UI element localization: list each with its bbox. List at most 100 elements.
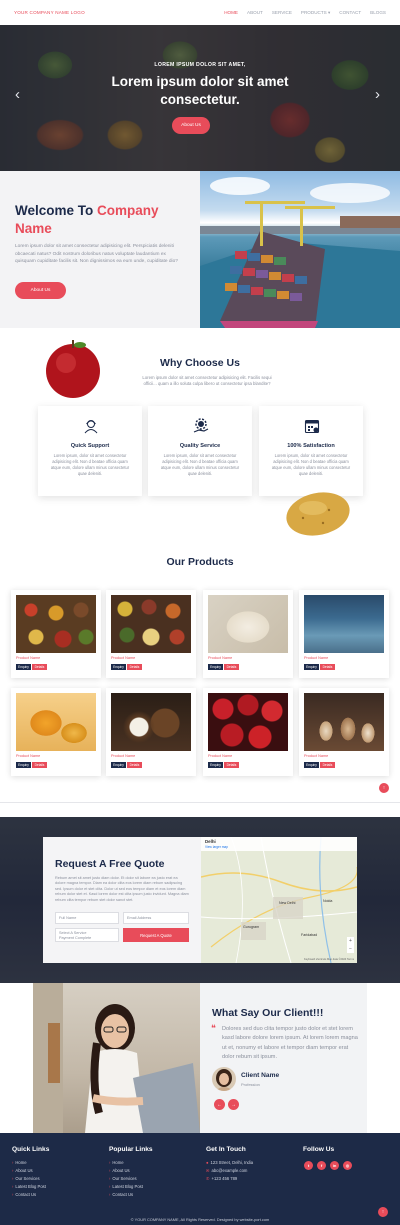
footer-scroll-top-button[interactable]: ↑ xyxy=(378,1207,388,1217)
location-map[interactable]: Delhi View larger map New Delhi Faridaba… xyxy=(201,837,357,963)
hero-about-button[interactable]: About Us xyxy=(172,117,210,134)
request-quote-button[interactable]: Request A Quote xyxy=(123,928,189,942)
product-card[interactable]: Product Name Enquiry Details xyxy=(299,688,389,776)
product-name: Product Name xyxy=(304,656,329,660)
footer-link-label: Our Services xyxy=(15,1176,40,1181)
details-button[interactable]: Details xyxy=(224,762,239,768)
map-zoom-control[interactable]: + − xyxy=(347,937,354,953)
footer-link[interactable]: › Our Services xyxy=(12,1176,40,1181)
product-name: Product Name xyxy=(208,656,233,660)
product-name: Product Name xyxy=(16,656,41,660)
section-divider xyxy=(0,802,400,803)
footer-link-label: Our Services xyxy=(112,1176,137,1181)
enquiry-button[interactable]: Enquiry xyxy=(304,762,319,768)
footer-phone[interactable]: ✆ +123 456 789 xyxy=(206,1176,237,1181)
footer-link[interactable]: › About Us xyxy=(109,1168,130,1173)
quote-title: Request A Free Quote xyxy=(55,858,165,870)
details-button[interactable]: Details xyxy=(320,762,335,768)
nav-products[interactable]: PRODUCTS ▾ xyxy=(301,10,330,16)
product-name: Product Name xyxy=(111,656,136,660)
top-navbar: YOUR COMPANY NAME LOGO HOME ABOUT SERVIC… xyxy=(0,0,400,25)
feature-title: 100% Satisfaction xyxy=(287,443,335,449)
product-card[interactable]: Product Name Enquiry Details xyxy=(106,688,196,776)
footer-contact-title: Get In Touch xyxy=(206,1146,246,1153)
gear-hand-icon xyxy=(193,418,209,433)
enquiry-button[interactable]: Enquiry xyxy=(16,664,31,670)
feature-card-satisfaction: 100% Satisfaction Lorem ipsum, dolor sit… xyxy=(259,406,363,496)
company-logo[interactable]: YOUR COMPANY NAME LOGO xyxy=(14,10,85,15)
phone-icon: ✆ xyxy=(206,1176,210,1181)
welcome-text: Lorem ipsum dolor sit amet consectetur a… xyxy=(15,244,178,265)
details-button[interactable]: Details xyxy=(320,664,335,670)
hero-kicker: LOREM IPSUM DOLOR SIT AMET, xyxy=(154,62,246,68)
welcome-about-button[interactable]: About Us xyxy=(15,282,66,299)
testimonial-next-button[interactable]: → xyxy=(228,1099,239,1110)
service-select[interactable]: Select A Service Payment Complete xyxy=(55,928,119,942)
enquiry-button[interactable]: Enquiry xyxy=(208,762,223,768)
carousel-next-icon[interactable]: › xyxy=(375,86,380,103)
calendar-check-icon xyxy=(304,419,320,434)
product-image-medical xyxy=(304,595,384,653)
facebook-icon[interactable]: f xyxy=(317,1161,326,1170)
footer-email[interactable]: ✉ abc@example.com xyxy=(206,1168,247,1173)
footer-popular-links-title: Popular Links xyxy=(109,1146,153,1153)
footer-link[interactable]: › Our Services xyxy=(109,1176,137,1181)
scroll-top-button[interactable]: ↑ xyxy=(379,783,389,793)
footer-link[interactable]: › Home xyxy=(109,1160,124,1165)
support-agent-icon xyxy=(84,420,98,434)
carousel-prev-icon[interactable]: ‹ xyxy=(15,86,20,103)
map-view-larger-link[interactable]: View larger map xyxy=(205,845,228,849)
enquiry-button[interactable]: Enquiry xyxy=(111,664,126,670)
nav-home[interactable]: HOME xyxy=(224,10,238,16)
product-name: Product Name xyxy=(16,754,41,758)
client-avatar xyxy=(212,1067,236,1091)
footer-link-label: About Us xyxy=(15,1168,33,1173)
details-button[interactable]: Details xyxy=(127,664,142,670)
full-name-field[interactable]: Full Name xyxy=(55,912,119,924)
product-card[interactable]: Product Name Enquiry Details xyxy=(106,590,196,678)
testimonial-text: Dolores sed duo clita tempor justo dolor… xyxy=(222,1026,358,1061)
footer-phone-text: +123 456 789 xyxy=(211,1176,238,1181)
details-button[interactable]: Details xyxy=(127,762,142,768)
enquiry-button[interactable]: Enquiry xyxy=(16,762,31,768)
footer-link-label: Home xyxy=(15,1160,27,1165)
product-card[interactable]: Product Name Enquiry Details xyxy=(203,590,293,678)
nav-about[interactable]: ABOUT xyxy=(247,10,263,16)
enquiry-button[interactable]: Enquiry xyxy=(111,762,126,768)
product-card[interactable]: Product Name Enquiry Details xyxy=(11,688,101,776)
footer-link[interactable]: › Contact Us xyxy=(12,1192,36,1197)
copyright-text: © YOUR COMPANY NAME, All Rights Reserved… xyxy=(130,1217,270,1222)
twitter-icon[interactable]: t xyxy=(304,1161,313,1170)
welcome-section: Welcome To Company Name Lorem ipsum dolo… xyxy=(0,171,200,328)
product-image-rice xyxy=(208,595,288,653)
nav-contact[interactable]: CONTACT xyxy=(339,10,361,16)
map-place-label: Gurugram xyxy=(243,925,260,929)
enquiry-button[interactable]: Enquiry xyxy=(208,664,223,670)
product-card[interactable]: Product Name Enquiry Details xyxy=(203,688,293,776)
nav-service[interactable]: SERVICE xyxy=(272,10,292,16)
details-button[interactable]: Details xyxy=(32,664,47,670)
product-card[interactable]: Product Name Enquiry Details xyxy=(299,590,389,678)
product-card[interactable]: Product Name Enquiry Details xyxy=(11,590,101,678)
footer-link-label: Contact Us xyxy=(15,1192,37,1197)
arrow-icon: › xyxy=(12,1184,14,1189)
details-button[interactable]: Details xyxy=(224,664,239,670)
linkedin-icon[interactable]: in xyxy=(330,1161,339,1170)
footer-link[interactable]: › Contact Us xyxy=(109,1192,133,1197)
footer-link[interactable]: › Home xyxy=(12,1160,27,1165)
nav-blogs[interactable]: BLOGS xyxy=(370,10,386,16)
footer-link[interactable]: › About Us xyxy=(12,1168,33,1173)
map-place-label: Faridabad xyxy=(301,933,318,937)
testimonial-prev-button[interactable]: ← xyxy=(214,1099,225,1110)
instagram-icon[interactable]: ◎ xyxy=(343,1161,352,1170)
footer-link[interactable]: › Latest Blog Post xyxy=(109,1184,143,1189)
footer-link-label: Latest Blog Post xyxy=(112,1184,143,1189)
details-button[interactable]: Details xyxy=(32,762,47,768)
feature-text: Lorem ipsum, dolor sit amet consectetur … xyxy=(271,453,351,476)
email-field[interactable]: Email Address xyxy=(123,912,189,924)
enquiry-button[interactable]: Enquiry xyxy=(304,664,319,670)
arrow-icon: › xyxy=(109,1184,111,1189)
main-menu: HOME ABOUT SERVICE PRODUCTS ▾ CONTACT BL… xyxy=(224,10,386,16)
footer-link[interactable]: › Latest Blog Post xyxy=(12,1184,46,1189)
map-footer: Keyboard shortcuts Map data ©2024 Terms xyxy=(303,958,354,961)
